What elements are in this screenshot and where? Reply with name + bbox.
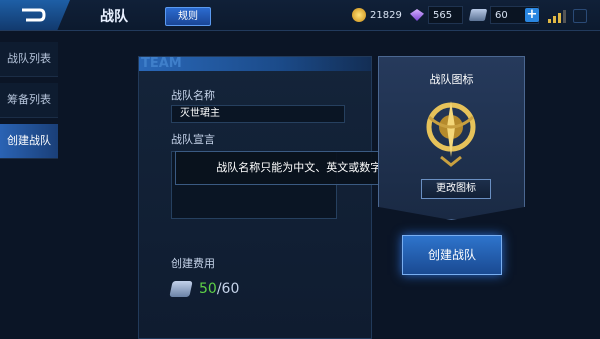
add-currency-button[interactable]: + [525,8,539,22]
sidebar-item-team-list[interactable]: 战队列表 [0,42,58,77]
sidebar: 战队列表 筹备列表 创建战队 [0,42,58,337]
signal-icon [548,10,566,23]
team-watermark: TEAM [141,56,182,71]
create-team-button[interactable]: 创建战队 [402,235,502,275]
back-arrow-icon [22,8,46,22]
top-bar: 战队 规则 21829 565 60 + [0,0,600,31]
team-emblem-card: 战队图标 更改图标 [378,56,525,220]
sidebar-item-create-team[interactable]: 创建战队 [0,124,58,159]
team-name-input[interactable]: 灭世珺主 [171,105,345,123]
gold-value: 21829 [370,9,402,21]
rules-button[interactable]: 规则 [165,7,211,26]
fee-label: 创建费用 [171,257,215,270]
page-title: 战队 [100,9,128,25]
diamond-value: 565 [428,6,464,24]
ticket-icon [468,9,488,21]
ticket-icon [169,281,193,297]
diamond-icon [410,9,424,21]
fee-row: 50 /60 [169,281,240,297]
change-emblem-button[interactable]: 更改图标 [421,179,491,199]
fee-max: /60 [216,281,240,297]
sidebar-item-preparation-list[interactable]: 筹备列表 [0,83,58,118]
gold-coin-icon [352,8,366,22]
gold-currency: 21829 [352,6,402,24]
team-emblem-icon [426,101,476,167]
emblem-title: 战队图标 [429,73,474,86]
fee-current: 50 [199,281,217,297]
menu-icon[interactable] [573,9,587,23]
team-declaration-label: 战队宣言 [171,133,215,146]
back-button[interactable] [0,0,70,30]
team-name-label: 战队名称 [171,89,215,102]
diamond-currency: 565 [410,6,464,24]
create-team-form: TEAM 战队名称 灭世珺主 战队宣言 创建费用 50 /60 [138,56,372,339]
form-header: TEAM [139,56,371,71]
